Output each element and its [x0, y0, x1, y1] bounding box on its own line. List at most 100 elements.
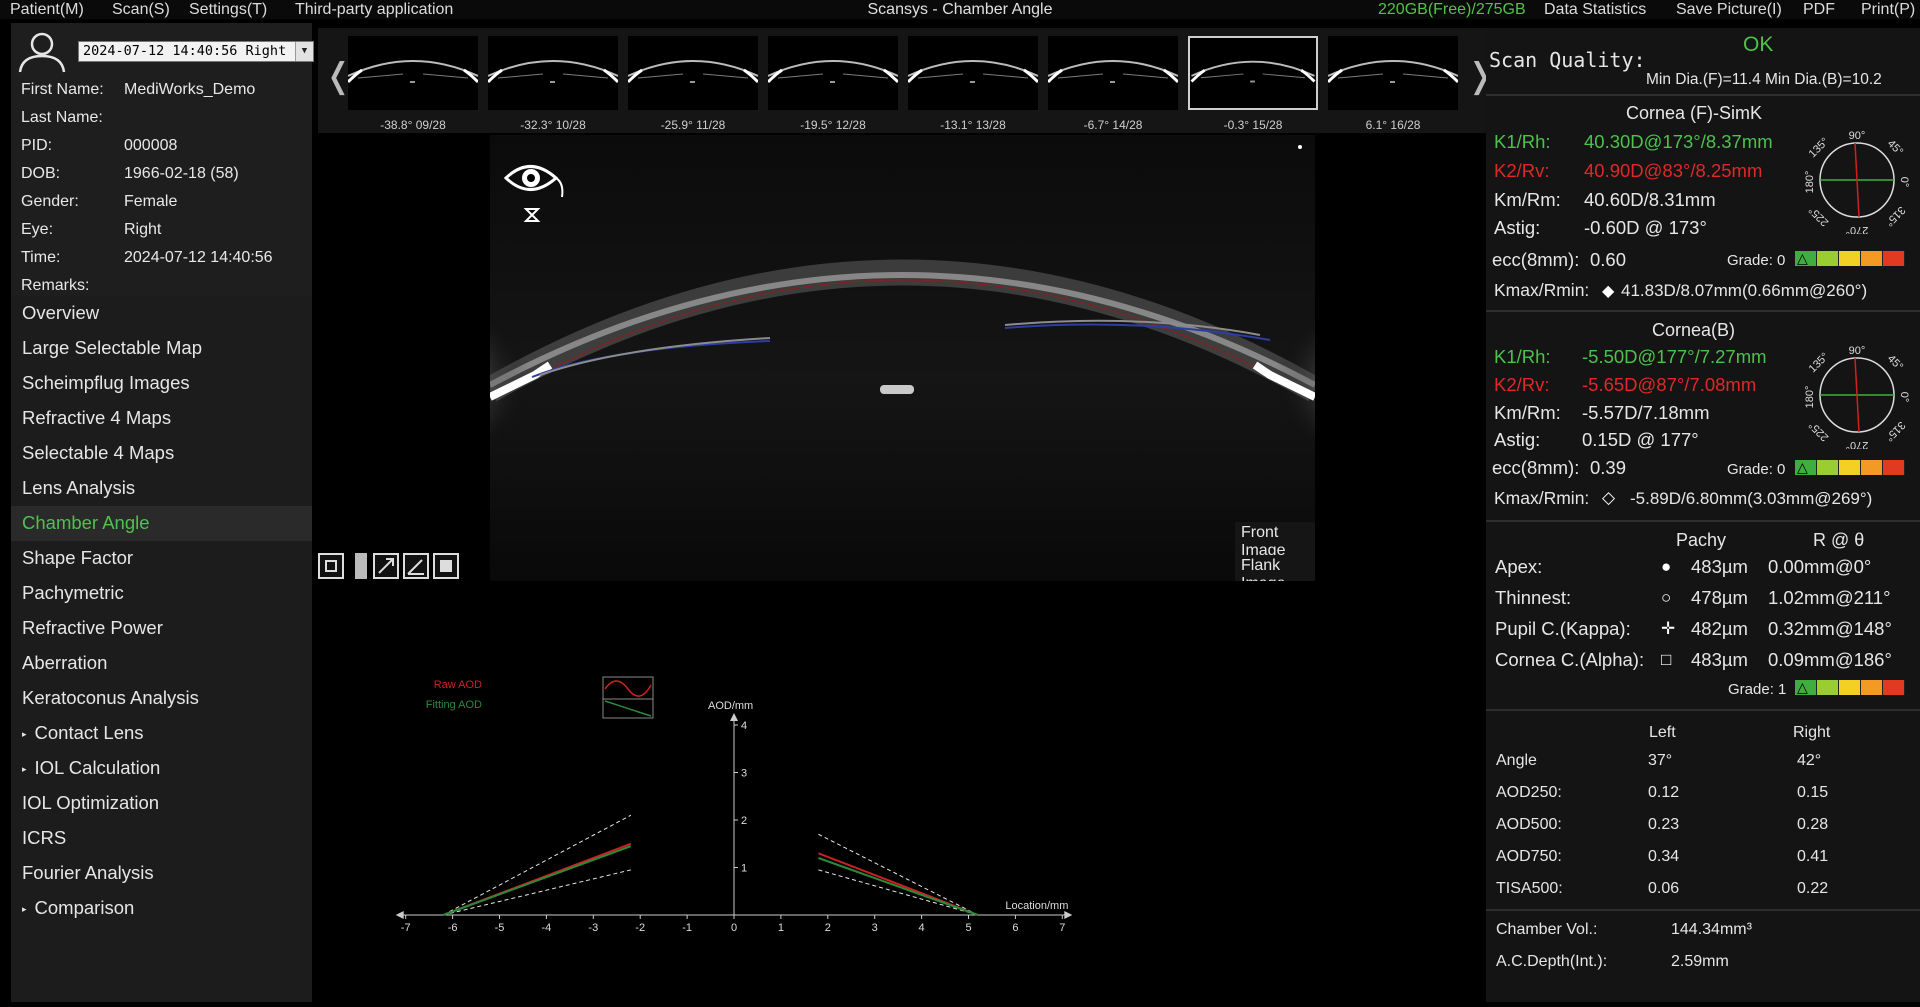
patient-field-label: Gender: — [21, 193, 79, 210]
scan-thumbnail[interactable] — [1048, 36, 1178, 110]
nav-item[interactable]: ▸ IOL Calculation — [11, 751, 312, 786]
angle-header-right: Right — [1793, 724, 1831, 741]
cornea-f-km-label: Km/Rm: — [1494, 189, 1561, 210]
nav-item[interactable]: Refractive Power — [11, 611, 312, 646]
pdf-button[interactable]: PDF — [1803, 0, 1835, 19]
axis-dial-b: 90°45°0°315°270°225°180°135° — [1804, 345, 1910, 449]
scan-thumbnail[interactable] — [628, 36, 758, 110]
dial-label: 225° — [1807, 204, 1832, 229]
nav-item[interactable]: Fourier Analysis — [11, 856, 312, 891]
upper-bound-line — [442, 814, 632, 916]
nav-item[interactable]: Refractive 4 Maps — [11, 401, 312, 436]
pachy-row-label: Apex: — [1495, 556, 1543, 577]
cornea-b-ecc-label: ecc(8mm): — [1492, 457, 1580, 478]
x-tick-label: 2 — [825, 922, 831, 934]
thumbnail-image — [908, 36, 1038, 110]
cornea-f-astig-label: Astig: — [1494, 217, 1541, 238]
legend-raw-curve — [604, 680, 652, 697]
nav-item[interactable]: ICRS — [11, 821, 312, 856]
nav-item[interactable]: Lens Analysis — [11, 471, 312, 506]
angle-right-value: 42° — [1797, 752, 1822, 769]
x-tick-label: -2 — [635, 922, 645, 934]
legend-entry: Raw AOD — [434, 679, 482, 691]
nav-item-label: Fourier Analysis — [22, 862, 154, 883]
dial-label: 45° — [1885, 138, 1905, 158]
nav-item[interactable]: Shape Factor — [11, 541, 312, 576]
thumbnail-image — [628, 36, 758, 110]
patient-field-label: Remarks: — [21, 277, 90, 294]
pachy-value: 483µm — [1691, 649, 1748, 670]
ac-depth: 2.59mm — [1671, 953, 1729, 970]
fit-frame-icon[interactable] — [318, 553, 344, 579]
pachy-r-value: 0.00mm@0° — [1768, 556, 1872, 577]
cornea-f-ecc: 0.60 — [1590, 249, 1627, 270]
contrast-slider-icon[interactable] — [355, 553, 367, 579]
dial-label: 315° — [1883, 204, 1908, 229]
menu-scan[interactable]: Scan(S) — [112, 0, 170, 19]
data-statistics-button[interactable]: Data Statistics — [1544, 0, 1646, 19]
chevron-down-icon[interactable]: ▼ — [295, 42, 313, 61]
x-tick-label: 6 — [1012, 922, 1018, 934]
angle-row-label: AOD500: — [1496, 816, 1562, 833]
nav-item-label: IOL Optimization — [22, 792, 160, 813]
scheimpflug-image[interactable]: Front Image Flank Image — [490, 135, 1315, 581]
chamber-vol-label: Chamber Vol.: — [1496, 921, 1598, 938]
scan-thumbnail[interactable] — [1188, 36, 1318, 110]
cornea-b-k2: -5.65D@87°/7.08mm — [1582, 374, 1757, 395]
nav-item[interactable]: ▸ Comparison — [11, 891, 312, 926]
aod-chart: -7 -6 -5 -4 -3 -2 -1 0 1 2 3 4 5 6 7 1 2 3 4 AOD/mm Location… — [316, 585, 1484, 1002]
angle-measure-icon[interactable] — [403, 553, 429, 579]
scan-select[interactable]: 2024-07-12 14:40:56 Right ▼ — [78, 41, 314, 62]
cornea-f-grade-bar: △ — [1795, 250, 1905, 266]
scan-thumbnail[interactable] — [488, 36, 618, 110]
scan-quality-value: OK — [1743, 33, 1774, 56]
divider — [1486, 310, 1920, 312]
x-axis-arrow-left — [395, 911, 404, 919]
grade-segment — [1839, 680, 1861, 695]
scan-thumbnail[interactable] — [908, 36, 1038, 110]
dot-marker-icon: ● — [1661, 557, 1672, 576]
grade-segment — [1817, 251, 1839, 266]
disk-space: 220GB(Free)/275GB — [1378, 1, 1526, 18]
nav-item[interactable]: Overview — [11, 296, 312, 331]
patient-field-value: 1966-02-18 (58) — [124, 165, 239, 182]
divider — [1486, 94, 1920, 96]
patient-field-value: Female — [124, 193, 178, 210]
expand-triangle-icon: ▸ — [22, 904, 27, 914]
scan-thumbnail[interactable] — [348, 36, 478, 110]
expand-icon[interactable] — [373, 553, 399, 579]
nav-item[interactable]: Large Selectable Map — [11, 331, 312, 366]
patient-row: Eye: Right — [21, 221, 161, 239]
nav-item[interactable]: Keratoconus Analysis — [11, 681, 312, 716]
lower-bound-line — [818, 869, 979, 916]
nav-item-label: Aberration — [22, 652, 108, 673]
stop-icon[interactable] — [433, 553, 459, 579]
scan-thumbnail[interactable] — [1328, 36, 1458, 110]
nav-item[interactable]: ▸ Contact Lens — [11, 716, 312, 751]
nav-item[interactable]: Aberration — [11, 646, 312, 681]
nav-item[interactable]: IOL Optimization — [11, 786, 312, 821]
cornea-f-k2: 40.90D@83°/8.25mm — [1584, 160, 1763, 181]
save-picture-button[interactable]: Save Picture(I) — [1676, 0, 1782, 19]
diamond-outline-icon: ◇ — [1602, 488, 1616, 507]
scan-thumbnail[interactable] — [768, 36, 898, 110]
nav-item[interactable]: Scheimpflug Images — [11, 366, 312, 401]
pachy-grade-bar: △ — [1795, 679, 1905, 695]
diamond-filled-icon: ◆ — [1602, 283, 1615, 300]
menu-patient[interactable]: Patient(M) — [10, 0, 84, 19]
x-tick-label: 3 — [872, 922, 878, 934]
nav-item[interactable]: Pachymetric — [11, 576, 312, 611]
cornea-f-kmax: 41.83D/8.07mm(0.66mm@260°) — [1621, 281, 1868, 300]
nav-item-label: Keratoconus Analysis — [22, 687, 199, 708]
patient-row: DOB: 1966-02-18 (58) — [21, 165, 239, 183]
cornea-b-k2-label: K2/Rv: — [1494, 374, 1550, 395]
angle-header-left: Left — [1649, 724, 1676, 741]
warning-triangle-icon: △ — [1797, 679, 1808, 695]
nav-item[interactable]: Selectable 4 Maps — [11, 436, 312, 471]
menu-settings[interactable]: Settings(T) — [189, 0, 267, 19]
thumbnail-image — [1328, 36, 1458, 110]
nav-item-label: Pachymetric — [22, 582, 124, 603]
print-button[interactable]: Print(P) — [1861, 0, 1915, 19]
menu-third-party[interactable]: Third-party application — [295, 0, 453, 19]
nav-item[interactable]: Chamber Angle — [11, 506, 312, 541]
